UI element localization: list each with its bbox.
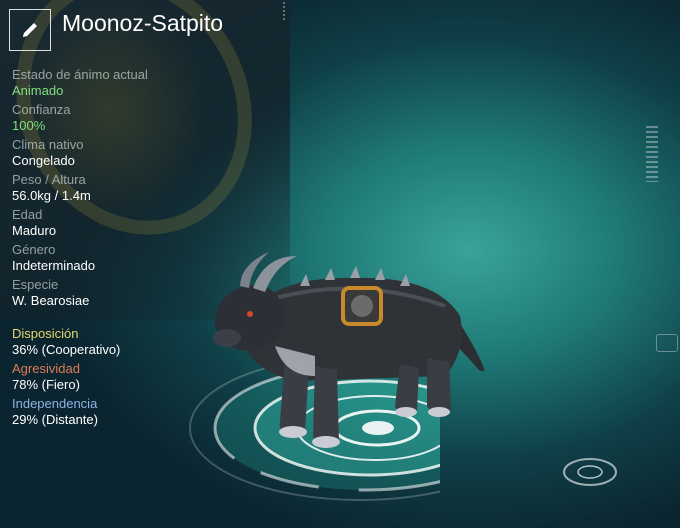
stat-label: Peso / Altura (12, 172, 86, 187)
trait-disposition: Disposición 36% (Cooperativo) (12, 326, 232, 358)
trait-aggression: Agresividad 78% (Fiero) (12, 361, 232, 393)
stat-label: Confianza (12, 102, 71, 117)
trait-label: Disposición (12, 326, 79, 341)
stat-label: Especie (12, 277, 59, 292)
creature-model (213, 252, 485, 448)
hud-decoration (283, 2, 299, 20)
creature-name: Moonoz-Satpito (62, 10, 224, 36)
trait-value: 29% (Distante) (12, 412, 98, 427)
stat-species: Especie W. Bearosiae (12, 277, 232, 309)
trait-value: 78% (Fiero) (12, 377, 80, 392)
stat-age: Edad Maduro (12, 207, 232, 239)
platform-small-ring (563, 458, 617, 486)
stat-label: Género (12, 242, 56, 257)
stat-value: Congelado (12, 153, 75, 168)
stat-weight-height: Peso / Altura 56.0kg / 1.4m (12, 172, 232, 204)
creature-stats-panel: Estado de ánimo actual Animado Confianza… (12, 67, 232, 431)
edit-name-button[interactable] (9, 9, 51, 51)
stat-trust: Confianza 100% (12, 102, 232, 134)
hud-decoration-stripes (646, 126, 658, 182)
stat-label: Clima nativo (12, 137, 84, 152)
stat-gender: Género Indeterminado (12, 242, 232, 274)
stat-label: Edad (12, 207, 43, 222)
trait-label: Independencia (12, 396, 98, 411)
stat-value: Animado (12, 83, 64, 98)
stat-value: Indeterminado (12, 258, 96, 273)
stat-value: 56.0kg / 1.4m (12, 188, 91, 203)
stat-label: Estado de ánimo actual (12, 67, 148, 82)
stat-climate: Clima nativo Congelado (12, 137, 232, 169)
stat-value: Maduro (12, 223, 57, 238)
stat-value: W. Bearosiae (12, 293, 90, 308)
trait-independence: Independencia 29% (Distante) (12, 396, 232, 428)
stat-value: 100% (12, 118, 46, 133)
hud-decoration-hex (656, 334, 678, 352)
trait-label: Agresividad (12, 361, 80, 376)
creature-harness (341, 286, 383, 326)
trait-value: 36% (Cooperativo) (12, 342, 121, 357)
stat-mood: Estado de ánimo actual Animado (12, 67, 232, 99)
pencil-icon (23, 23, 37, 37)
